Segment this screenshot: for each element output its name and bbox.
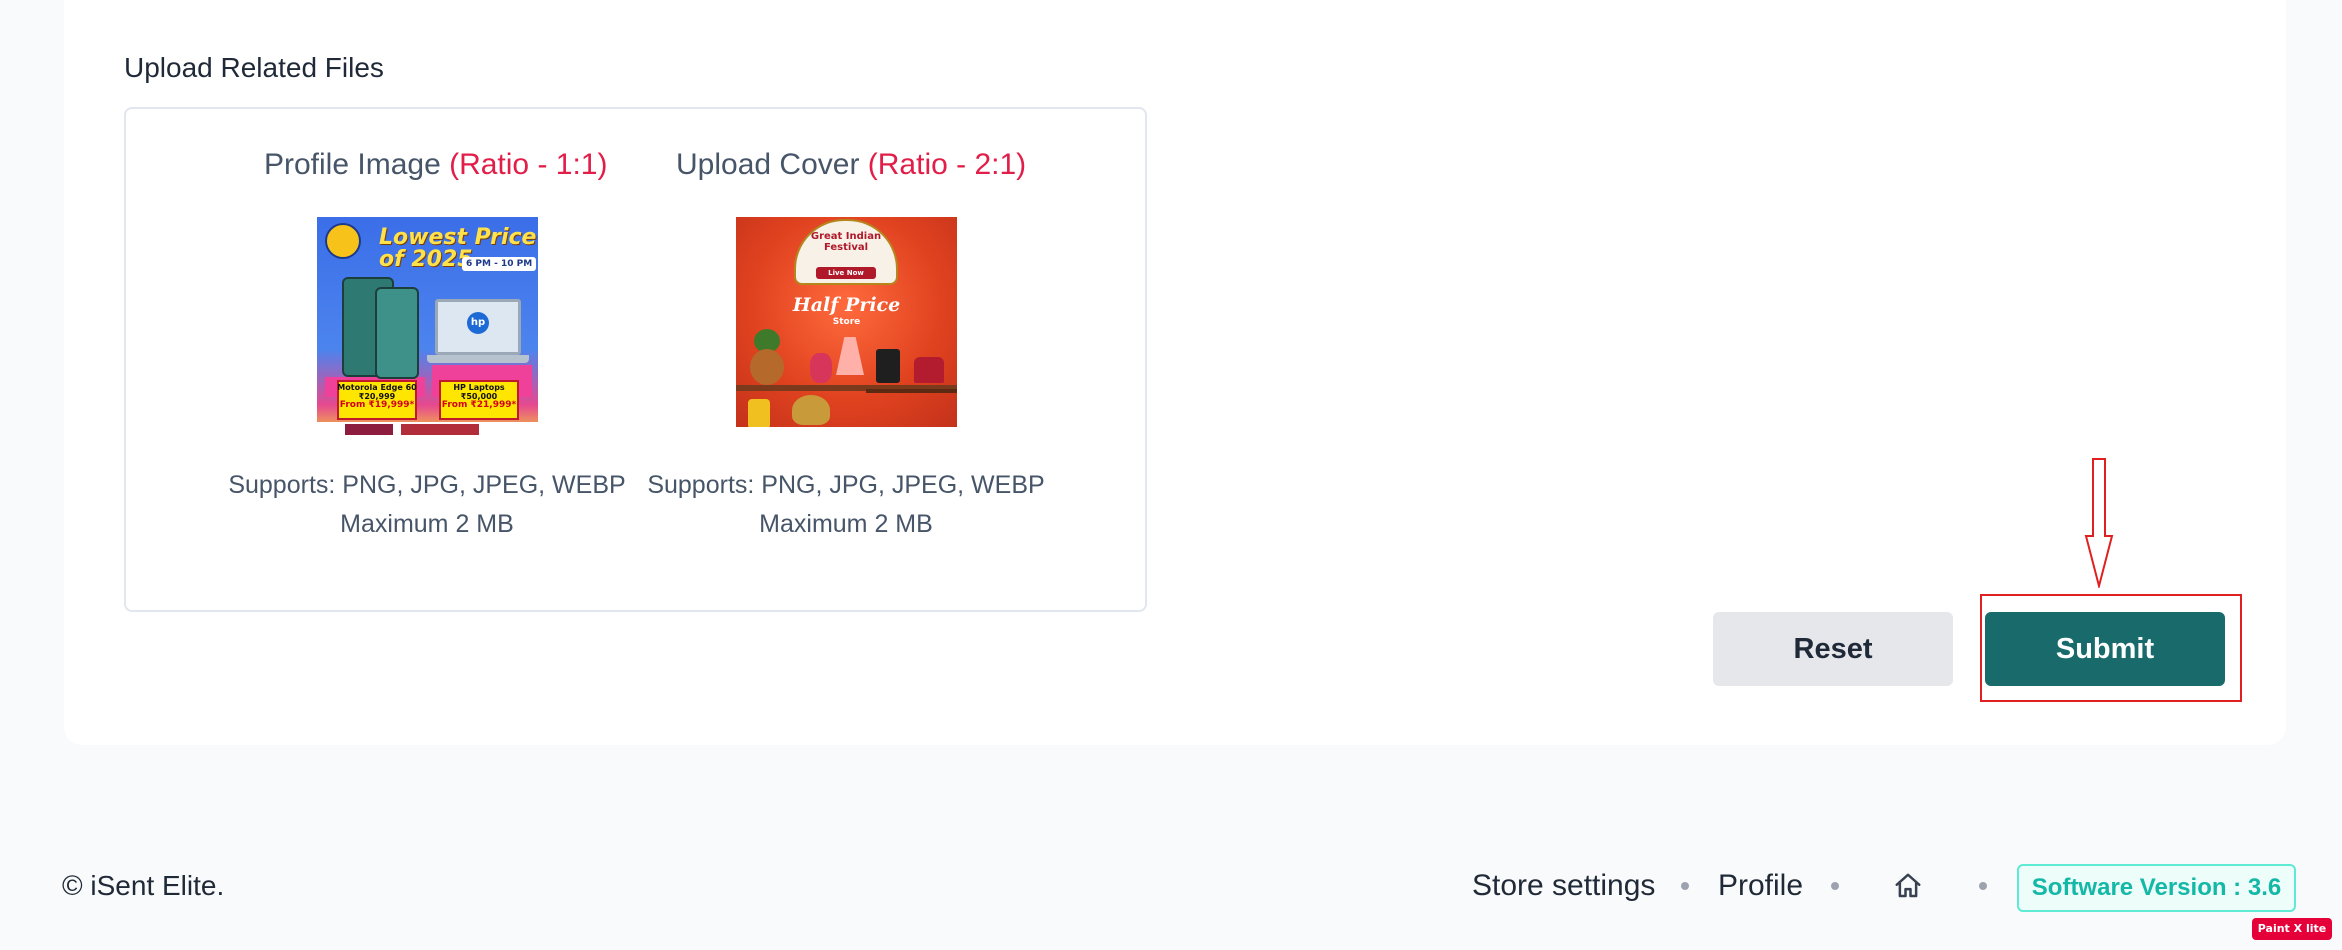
pot-image [750, 349, 784, 385]
box-image [876, 349, 900, 383]
profile-image-label: Profile Image [264, 148, 441, 181]
paint-x-lite-watermark: Paint X lite [2252, 918, 2332, 940]
price-tag-right-text: HP Laptops ₹50,000 From ₹21,999* [439, 383, 519, 410]
profile-supported-formats: Supports: PNG, JPG, JPEG, WEBP [228, 471, 626, 499]
separator-dot [1979, 882, 1987, 890]
upload-files-panel: Profile Image (Ratio - 1:1) Upload Cover… [124, 107, 1147, 612]
live-badge: Live Now [816, 267, 876, 279]
cover-headline: Half Price [792, 294, 901, 316]
preview-time: 6 PM - 10 PM [462, 257, 537, 271]
laptop-logo: hp [467, 312, 489, 334]
bank-logo-icici [401, 424, 479, 435]
left-price: From ₹19,999* [339, 400, 415, 410]
cover-subline: Store [832, 317, 861, 327]
bank-logo-axis [345, 424, 393, 435]
right-price: From ₹21,999* [441, 400, 517, 410]
upload-cover-label: Upload Cover [676, 148, 860, 181]
separator-dot [1831, 882, 1839, 890]
heels-image [914, 357, 944, 383]
cover-max-size: Maximum 2 MB [759, 510, 933, 538]
right-product: HP Laptops [453, 383, 505, 392]
cover-requirements: Supports: PNG, JPG, JPEG, WEBP Maximum 2… [646, 466, 1046, 544]
section-title: Upload Related Files [124, 52, 384, 83]
sale-badge [325, 223, 361, 259]
upload-cover-ratio: (Ratio - 2:1) [867, 148, 1027, 181]
cover-footer-strip [736, 427, 957, 438]
phone-image-back [375, 287, 419, 379]
annotation-highlight-box [1980, 594, 2242, 702]
separator-dot [1681, 882, 1689, 890]
cover-image-preview[interactable]: Great Indian Festival Live Now Half Pric… [736, 217, 957, 438]
profile-link[interactable]: Profile [1718, 870, 1803, 902]
vase-image [810, 353, 832, 383]
copyright: © iSent Elite. [62, 870, 225, 901]
reset-button[interactable]: Reset [1713, 612, 1953, 686]
shelf-shadow [866, 389, 957, 393]
lamp-image [836, 337, 864, 375]
profile-image-requirements: Supports: PNG, JPG, JPEG, WEBP Maximum 2… [227, 466, 627, 544]
home-icon[interactable] [1893, 871, 1923, 901]
annotation-arrow-icon [2084, 458, 2114, 588]
festival-title: Great Indian Festival [810, 231, 882, 253]
upload-cover-heading: Upload Cover (Ratio - 2:1) [676, 147, 1026, 183]
cover-supported-formats: Supports: PNG, JPG, JPEG, WEBP [647, 471, 1045, 499]
jar-image [748, 399, 770, 429]
kettle-image [792, 395, 830, 425]
price-tag-left-text: Motorola Edge 60 ₹20,999 From ₹19,999* [337, 383, 417, 410]
left-product: Motorola Edge 60 [337, 383, 417, 392]
laptop-base [427, 355, 529, 363]
profile-image-ratio: (Ratio - 1:1) [449, 148, 608, 181]
store-settings-link[interactable]: Store settings [1472, 870, 1655, 902]
profile-image-heading: Profile Image (Ratio - 1:1) [264, 147, 607, 183]
software-version-badge: Software Version : 3.6 [2017, 864, 2296, 912]
profile-image-preview[interactable]: Lowest Price of 2025 6 PM - 10 PM hp Mot… [317, 217, 538, 438]
profile-max-size: Maximum 2 MB [340, 510, 514, 538]
